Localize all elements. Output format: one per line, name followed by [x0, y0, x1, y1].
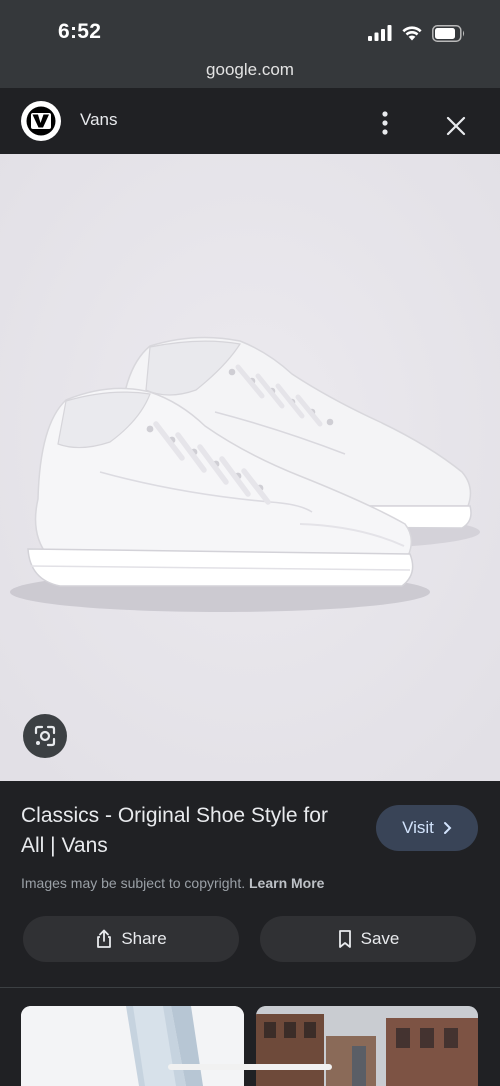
url-text: google.com [206, 60, 294, 79]
save-button[interactable]: Save [260, 916, 476, 962]
wifi-icon [402, 26, 422, 41]
share-button[interactable]: Share [23, 916, 239, 962]
battery-icon [432, 24, 465, 42]
copyright-notice: Images may be subject to copyright. Lear… [21, 875, 324, 891]
save-label: Save [360, 929, 400, 948]
result-info-panel: Classics - Original Shoe Style for All |… [0, 781, 500, 991]
chevron-right-icon [443, 822, 452, 834]
related-image-thumbnail[interactable] [256, 1006, 478, 1086]
google-lens-icon[interactable] [23, 714, 67, 758]
result-title[interactable]: Classics - Original Shoe Style for All |… [21, 801, 351, 861]
visit-button[interactable]: Visit [376, 805, 478, 851]
vans-logo-icon[interactable] [21, 101, 61, 141]
status-time: 6:52 [58, 20, 102, 43]
learn-more-link[interactable]: Learn More [249, 875, 324, 891]
product-image[interactable] [0, 154, 500, 781]
url-bar[interactable]: google.com [0, 56, 500, 88]
source-header: Vans [0, 88, 500, 154]
status-bar: 6:52 [0, 0, 500, 56]
signal-bars-icon [368, 25, 392, 41]
share-label: Share [121, 929, 167, 948]
share-icon [97, 929, 112, 948]
bookmark-icon [338, 930, 351, 948]
related-image-thumbnail[interactable] [21, 1006, 244, 1086]
more-vertical-icon[interactable] [374, 110, 396, 136]
home-indicator[interactable] [168, 1064, 332, 1070]
copyright-text: Images may be subject to copyright. [21, 875, 246, 891]
source-site-name[interactable]: Vans [80, 110, 118, 130]
status-icons [368, 24, 466, 42]
visit-label: Visit [402, 818, 434, 837]
section-divider [0, 987, 500, 988]
close-icon[interactable] [444, 114, 468, 138]
